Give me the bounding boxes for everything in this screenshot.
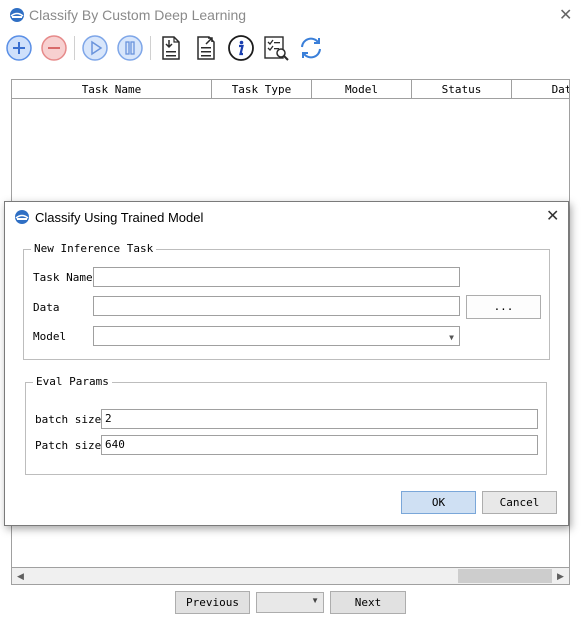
toolbar-separator [150, 36, 151, 60]
patch-size-label: Patch size [35, 439, 102, 452]
info-button[interactable] [227, 34, 255, 62]
group-legend: New Inference Task [31, 242, 157, 255]
next-page-button[interactable]: Next [330, 591, 406, 614]
patch-size-input[interactable]: 640 [101, 435, 538, 455]
scroll-left-arrow-icon[interactable]: ◀ [12, 568, 29, 584]
export-file-icon [197, 36, 215, 60]
model-select[interactable]: ▼ [93, 326, 460, 346]
column-header-task-type[interactable]: Task Type [212, 80, 312, 99]
checklist-search-icon [264, 36, 289, 61]
data-input[interactable] [93, 296, 460, 316]
data-label: Data [33, 301, 60, 314]
previous-page-button[interactable]: Previous [175, 591, 250, 614]
add-icon [6, 35, 32, 61]
add-button[interactable] [5, 34, 33, 62]
page-select[interactable]: ▼ [256, 592, 324, 613]
import-button[interactable] [157, 34, 185, 62]
info-icon [228, 35, 254, 61]
scroll-right-arrow-icon[interactable]: ▶ [552, 568, 569, 584]
import-file-icon [162, 36, 180, 60]
dialog-title: Classify Using Trained Model [35, 210, 204, 225]
export-button[interactable] [192, 34, 220, 62]
refresh-icon [301, 37, 321, 59]
pause-button[interactable] [116, 34, 144, 62]
toolbar-separator [74, 36, 75, 60]
column-header-task-name[interactable]: Task Name [12, 80, 212, 99]
scroll-track[interactable] [29, 568, 552, 584]
remove-icon [41, 35, 67, 61]
chevron-down-icon: ▼ [311, 596, 319, 605]
play-button[interactable] [81, 34, 109, 62]
model-label: Model [33, 330, 67, 343]
classify-dialog: Classify Using Trained Model ✕ New Infer… [4, 201, 569, 526]
batch-size-label: batch size [35, 413, 102, 426]
column-header-model[interactable]: Model [312, 80, 412, 99]
horizontal-scrollbar[interactable]: ◀ ▶ [11, 567, 570, 585]
play-icon [82, 35, 108, 61]
remove-button[interactable] [40, 34, 68, 62]
main-title-bar: Classify By Custom Deep Learning ✕ [0, 0, 581, 30]
browse-button[interactable]: ... [466, 295, 541, 319]
chevron-down-icon: ▼ [449, 333, 454, 342]
pause-icon [117, 35, 143, 61]
close-window-button[interactable]: ✕ [559, 5, 572, 25]
task-search-button[interactable] [262, 34, 290, 62]
cancel-button[interactable]: Cancel [482, 491, 557, 514]
app-logo-icon [9, 7, 25, 23]
column-header-status[interactable]: Status [412, 80, 512, 99]
refresh-button[interactable] [297, 34, 325, 62]
task-name-input[interactable] [93, 267, 460, 287]
ok-button[interactable]: OK [401, 491, 476, 514]
scroll-thumb[interactable] [458, 569, 552, 583]
task-name-label: Task Name [33, 271, 93, 284]
batch-size-input[interactable]: 2 [101, 409, 538, 429]
app-logo-icon [14, 209, 30, 225]
group-legend: Eval Params [33, 375, 112, 388]
close-dialog-button[interactable]: ✕ [546, 206, 559, 226]
window-title: Classify By Custom Deep Learning [29, 7, 247, 23]
column-header-date[interactable]: Dat [512, 80, 569, 99]
